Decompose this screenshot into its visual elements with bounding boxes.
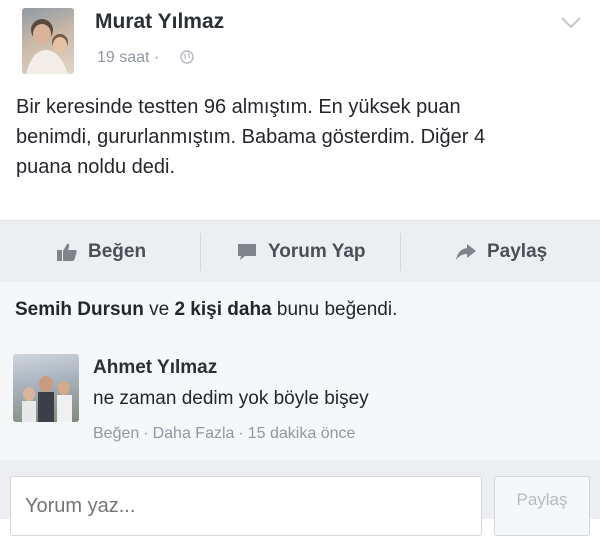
action-bar: Beğen Yorum Yap Paylaş (0, 220, 600, 283)
like-label: Beğen (88, 241, 147, 262)
composer-share-button[interactable]: Paylaş (494, 476, 590, 536)
meta-separator: · (143, 425, 149, 442)
post-text-line: puana noldu dedi. (16, 156, 176, 178)
likes-connector: ve (149, 299, 170, 320)
meta-separator: · (238, 425, 244, 442)
post-timestamp[interactable]: 19 saat · (97, 49, 159, 67)
like-button[interactable]: Beğen (56, 221, 146, 283)
liker-name[interactable]: Semih Dursun (15, 299, 144, 320)
author-name[interactable]: Murat Yılmaz (95, 10, 224, 34)
post-text-line: Bir keresinde testten 96 almıştım. En yü… (16, 96, 461, 118)
comment-like-link[interactable]: Beğen (93, 425, 139, 442)
comment-button[interactable]: Yorum Yap (236, 221, 366, 283)
comment-more-link[interactable]: Daha Fazla (153, 425, 235, 442)
comment-label: Yorum Yap (268, 241, 366, 262)
action-divider (400, 233, 401, 271)
author-avatar[interactable] (22, 8, 74, 74)
post-text-line: benimdi, gururlanmıştım. Babama gösterdi… (16, 126, 486, 148)
comment-text: ne zaman dedim yok böyle bişey (93, 388, 369, 409)
post-time-text: 19 saat (97, 49, 150, 66)
likes-others[interactable]: 2 kişi daha (174, 299, 271, 320)
likes-suffix: bunu beğendi. (276, 299, 398, 320)
comment-composer: Paylaş (0, 460, 600, 536)
comment-item: Ahmet Yılmaz ne zaman dedim yok böyle bi… (0, 340, 600, 460)
post-header: Murat Yılmaz 19 saat · (0, 0, 600, 90)
chevron-down-icon[interactable] (560, 16, 582, 30)
share-arrow-icon (456, 244, 476, 260)
share-label: Paylaş (487, 241, 548, 262)
likes-summary[interactable]: Semih Dursun ve 2 kişi daha bunu beğendi… (0, 282, 600, 341)
comment-input[interactable] (10, 476, 482, 536)
action-divider (200, 233, 201, 271)
likes-text: Semih Dursun ve 2 kişi daha bunu beğendi… (15, 299, 397, 321)
commenter-avatar[interactable] (13, 354, 79, 422)
post-text: Bir keresinde testten 96 almıştım. En yü… (16, 92, 576, 182)
speech-bubble-icon (238, 244, 256, 260)
time-separator: · (153, 49, 160, 66)
globe-icon (180, 50, 194, 64)
commenter-name[interactable]: Ahmet Yılmaz (93, 357, 217, 379)
share-button[interactable]: Paylaş (455, 221, 547, 283)
comment-meta: Beğen · Daha Fazla · 15 dakika önce (93, 425, 355, 443)
thumbs-up-icon (57, 243, 77, 261)
comment-time[interactable]: 15 dakika önce (248, 425, 356, 442)
